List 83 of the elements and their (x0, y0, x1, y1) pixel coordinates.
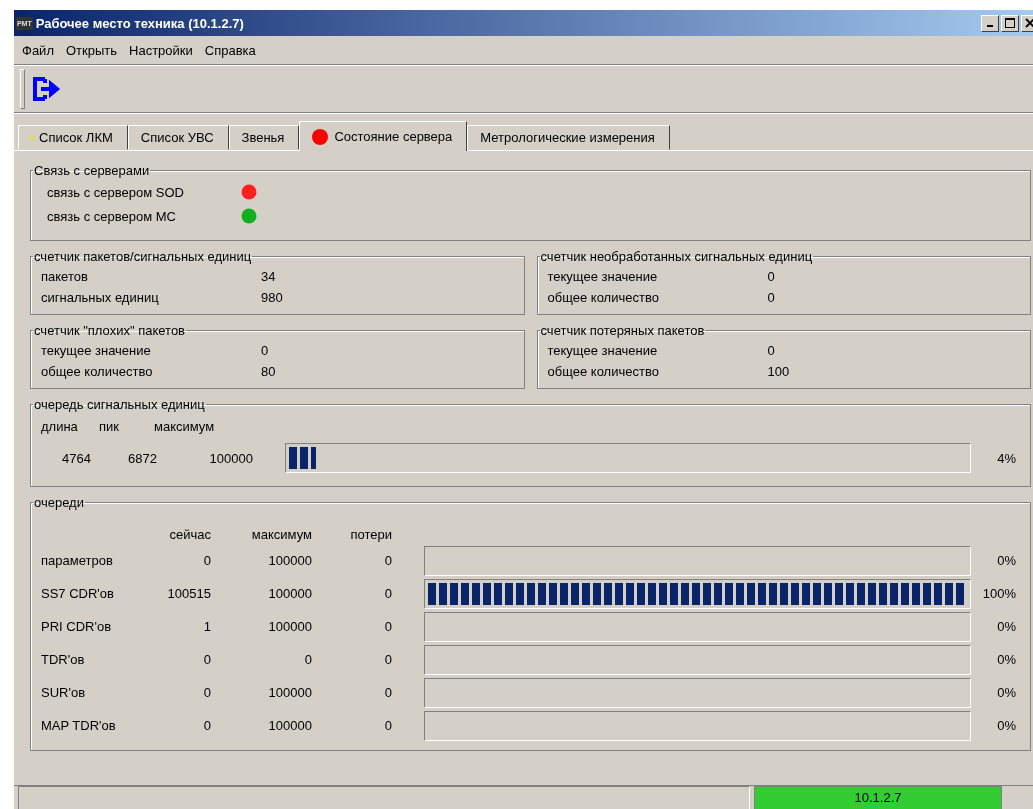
counter-label: общее количество (41, 364, 154, 379)
table-cell-text: 0 (383, 652, 392, 667)
table-cell-text: 0 (383, 718, 392, 733)
counter-value: 980 (261, 290, 283, 305)
counter-value: 80 (261, 364, 276, 379)
counter-value: 0 (767, 290, 775, 305)
table-cell-text: 100000 (267, 685, 312, 700)
table-cell-text: 0 (383, 586, 392, 601)
queue-name: SUR'ов (41, 685, 87, 700)
tab[interactable]: Звенья (228, 125, 300, 150)
column-header: потери (349, 527, 392, 542)
counter-value: 100 (767, 364, 790, 379)
maximize-button[interactable] (1001, 14, 1019, 32)
counter-value: 0 (767, 269, 775, 284)
connection-status: 10.1.2.7 (754, 786, 1002, 809)
maximize-icon (1005, 18, 1015, 28)
queue-value: 6872 (127, 450, 157, 466)
group-title: счетчик необработанных сигнальных единиц (539, 249, 814, 264)
table-cell-text: 100000 (267, 553, 312, 568)
counter-label: сигнальных единиц (41, 290, 160, 305)
table-cell-text: 100000 (267, 718, 312, 733)
table-cell-text: 0 (383, 553, 392, 568)
column-header: сейчас (168, 527, 211, 542)
tab[interactable]: Список ЛКМ (18, 125, 128, 150)
menu-item[interactable]: Справка (200, 42, 260, 58)
percent-label: 0% (996, 685, 1017, 700)
percent-label: 100% (981, 586, 1017, 601)
menu-item[interactable]: Открыть (61, 42, 122, 58)
counter-label: текущее значение (547, 269, 659, 284)
close-icon (1025, 18, 1033, 28)
table-cell-text: 0 (202, 553, 211, 568)
table-cell-text: 100000 (267, 619, 312, 634)
column-header: максимум (250, 527, 312, 542)
percent-label: 0% (996, 553, 1017, 568)
counter-value: 34 (261, 269, 276, 284)
column-header: длина (41, 418, 79, 434)
counter-label: пакетов (41, 269, 89, 284)
queue-name: MAP TDR'ов (41, 718, 117, 733)
menu-item[interactable]: Файл (18, 42, 58, 58)
percent-label: 0% (996, 619, 1017, 634)
group-title: очередь сигнальных единиц (33, 397, 206, 412)
queue-name: SS7 CDR'ов (41, 586, 115, 601)
counter-value: 0 (767, 343, 775, 358)
queue-name: PRI CDR'ов (41, 619, 113, 634)
group-title: счетчик потеряных пакетов (539, 323, 706, 338)
queue-value: 4764 (61, 450, 91, 466)
counter-label: общее количество (547, 364, 660, 379)
table-cell-text: 0 (303, 652, 312, 667)
tab[interactable]: Состояние сервера (299, 121, 468, 151)
table-cell-text: 0 (202, 718, 211, 733)
table-cell-text: 0 (202, 685, 211, 700)
percent-label: 4% (996, 450, 1017, 466)
tab[interactable]: Метрологические измерения (467, 125, 670, 150)
group-title: Связь с серверами (33, 163, 151, 178)
server-label: связь с сервером SOD (47, 184, 185, 200)
percent-label: 0% (996, 652, 1017, 667)
table-cell-text: 0 (383, 685, 392, 700)
table-cell-text: 0 (383, 619, 392, 634)
column-header: пик (99, 418, 120, 434)
counter-value: 0 (261, 343, 269, 358)
queue-value: 100000 (208, 450, 253, 466)
group-title: счетчик "плохих" пакетов (33, 323, 187, 338)
minimize-icon (987, 25, 993, 27)
exit-button[interactable] (31, 75, 63, 103)
minimize-button[interactable] (981, 14, 999, 32)
table-cell-text: 100515 (166, 586, 211, 601)
percent-label: 0% (996, 718, 1017, 733)
window-title: Рабочее место техника (10.1.2.7) (35, 15, 245, 31)
counter-label: общее количество (547, 290, 660, 305)
counter-label: текущее значение (41, 343, 152, 358)
table-cell-text: 1 (202, 619, 211, 634)
close-button[interactable] (1021, 14, 1033, 32)
column-header: максимум (154, 418, 215, 434)
counter-label: текущее значение (547, 343, 659, 358)
menu-item[interactable]: Настройки (125, 42, 197, 58)
queue-name: TDR'ов (41, 652, 86, 667)
queue-name: параметров (41, 553, 114, 568)
table-cell-text: 0 (202, 652, 211, 667)
server-label: связь с сервером МС (47, 208, 177, 224)
tab[interactable]: Список УВС (127, 125, 229, 150)
group-title: счетчик пакетов/сигнальных единиц (33, 249, 253, 264)
group-title: очереди (33, 495, 85, 510)
table-cell-text: 100000 (267, 586, 312, 601)
